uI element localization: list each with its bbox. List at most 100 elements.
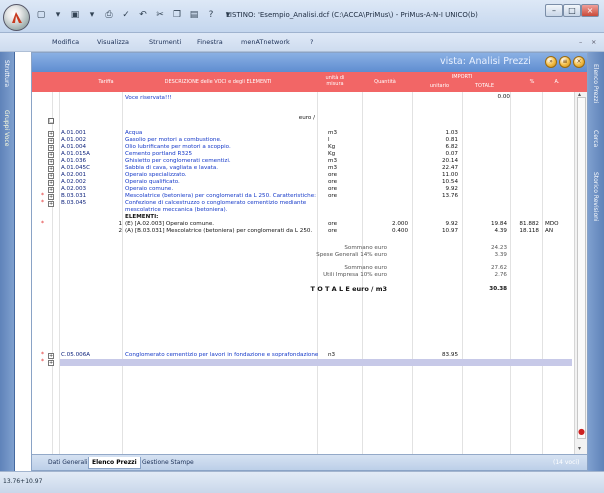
tab-gruppi-voce[interactable]: Gruppi Voce	[3, 110, 10, 146]
summary-label: Utili Impresa 10% euro	[323, 272, 387, 278]
expand-icon[interactable]: +	[48, 166, 54, 172]
expand-icon[interactable]: +	[48, 180, 54, 186]
row-unit-price: 0.07	[445, 151, 458, 157]
summary-value: 3.39	[494, 252, 507, 258]
element-unit: 10.97	[441, 228, 458, 234]
view-close-icon[interactable]: ×	[573, 56, 585, 68]
tab-elenco-prezzi[interactable]: Elenco Prezzi	[592, 64, 599, 103]
view-options-icon[interactable]: ≡	[559, 56, 571, 68]
menu-minimize-icon[interactable]: –	[579, 38, 582, 46]
view-bar: vista: Analisi Prezzi » ≡ ×	[32, 53, 587, 72]
check-icon[interactable]: ✓	[119, 8, 133, 23]
paste-icon[interactable]: ▤	[187, 8, 201, 23]
menu-strumenti[interactable]: Strumenti	[149, 38, 181, 46]
status-coords: 13.76+10.97	[3, 478, 43, 485]
expand-icon[interactable]: +	[48, 131, 54, 137]
price-analysis-grid[interactable]: □ Voce riservata!!! 0.00 euro / + A.01.001 Acq…	[32, 92, 572, 454]
view-expand-icon[interactable]: »	[545, 56, 557, 68]
col-descrizione[interactable]: DESCRIZIONE delle VOCI e degli ELEMENTI	[147, 79, 289, 85]
row-um: ore	[328, 193, 338, 199]
close-button[interactable]: ×	[581, 4, 599, 17]
open-icon[interactable]: ▾	[51, 8, 65, 23]
expand-icon[interactable]: +	[48, 159, 54, 165]
minimize-button[interactable]: –	[545, 4, 563, 17]
element-desc: (A) [B.03.031] Mescolatrice (betoniera) …	[125, 228, 313, 234]
tab-gestione-stampe[interactable]: Gestione Stampe	[139, 457, 197, 469]
row-desc: Conglomerato cementizio per lavori in fo…	[125, 352, 319, 358]
print-icon[interactable]: ⎙	[102, 8, 116, 23]
row-um: m3	[328, 158, 338, 164]
expand-icon[interactable]: +	[48, 360, 54, 366]
expand-icon[interactable]: +	[48, 187, 54, 193]
expand-icon[interactable]: +	[48, 194, 54, 200]
vertical-scrollbar[interactable]: ▴ ▾ ●	[574, 91, 587, 454]
expand-icon[interactable]: +	[48, 201, 54, 207]
menu-help[interactable]: ?	[310, 38, 313, 46]
view-title: vista: Analisi Prezzi	[440, 56, 531, 67]
scroll-thumb[interactable]	[577, 97, 586, 439]
element-qty: 0.400	[391, 228, 408, 234]
summary-value: 24.23	[490, 245, 507, 251]
row-code: A.01.036	[61, 158, 87, 164]
app-menu-button[interactable]	[3, 4, 30, 31]
col-a[interactable]: A.	[547, 79, 567, 85]
expand-icon[interactable]: +	[48, 173, 54, 179]
undo-icon[interactable]: ↶	[136, 8, 150, 23]
element-total: 4.39	[494, 228, 507, 234]
col-percent[interactable]: %	[522, 79, 542, 85]
tab-struttura[interactable]: Struttura	[3, 60, 10, 87]
col-quantita[interactable]: Quantità	[364, 79, 406, 85]
new-icon[interactable]: ▢	[34, 8, 48, 23]
menu-visualizza[interactable]: Visualizza	[97, 38, 129, 46]
row-code: A.01.002	[61, 137, 87, 143]
expand-icon[interactable]: +	[48, 138, 54, 144]
row-unit-price: 20.14	[441, 158, 458, 164]
row-code: C.05.006A	[61, 352, 91, 358]
menu-finestra[interactable]: Finestra	[197, 38, 223, 46]
tab-dati-generali[interactable]: Dati Generali	[45, 457, 91, 469]
modified-marker-icon: *	[41, 351, 44, 358]
row-desc: Cemento portland R325	[125, 151, 193, 157]
element-a: AN	[545, 228, 554, 234]
element-percent: 18.118	[519, 228, 539, 234]
element-number: 1	[118, 221, 122, 227]
help-icon[interactable]: ?	[204, 8, 218, 23]
summary-label: Sommano euro	[344, 245, 387, 251]
dropdown-icon[interactable]: ▾	[85, 8, 99, 23]
menu-menatnetwork[interactable]: menATnetwork	[241, 38, 290, 46]
menu-close-icon[interactable]: ×	[591, 38, 596, 46]
row-unit-price: 11.00	[441, 172, 458, 178]
row-desc: Operaio comune.	[125, 186, 174, 192]
col-tariffa[interactable]: Tariffa	[72, 79, 140, 85]
maximize-button[interactable]: □	[563, 4, 581, 17]
col-unitario[interactable]: unitario	[417, 83, 462, 89]
nav-marker-icon[interactable]: ●	[578, 427, 585, 436]
save-icon[interactable]: ▣	[68, 8, 82, 23]
element-qty: 2.000	[391, 221, 408, 227]
menu-modifica[interactable]: Modifica	[52, 38, 79, 46]
row-code: B.03.045	[61, 200, 87, 206]
row-desc: Sabbia di cava, vagliata e lavata.	[125, 165, 219, 171]
row-um: ore	[328, 172, 338, 178]
element-a: MDO	[545, 221, 559, 227]
modified-marker-icon: *	[41, 199, 44, 206]
element-unit: 9.92	[445, 221, 458, 227]
scroll-down-icon[interactable]: ▾	[578, 445, 581, 452]
copy-icon[interactable]: ❐	[170, 8, 184, 23]
tab-storico-revisioni[interactable]: Storico Revisioni	[592, 172, 599, 222]
tab-elenco-prezzi-footer[interactable]: Elenco Prezzi	[88, 457, 141, 469]
expand-icon[interactable]: +	[48, 145, 54, 151]
row-desc: Gasolio per motori a combustione.	[125, 137, 222, 143]
col-totale[interactable]: TOTALE	[462, 83, 507, 89]
tab-cerca[interactable]: Cerca	[592, 130, 599, 147]
modified-marker-icon: *	[41, 192, 44, 199]
col-unita[interactable]: unità di misura	[320, 75, 350, 87]
expand-icon[interactable]: +	[48, 152, 54, 158]
elementi-label: ELEMENTI:	[125, 214, 159, 220]
cut-icon[interactable]: ✂	[153, 8, 167, 23]
title-bar: ▢ ▾ ▣ ▾ ⎙ ✓ ↶ ✂ ❐ ▤ ? ▾ LISTINO: 'Esempi…	[0, 0, 604, 33]
collapse-icon[interactable]: □	[48, 118, 54, 124]
row-code: A.01.045C	[61, 165, 90, 171]
status-bar: 13.76+10.97	[0, 471, 604, 493]
expand-icon[interactable]: +	[48, 353, 54, 359]
